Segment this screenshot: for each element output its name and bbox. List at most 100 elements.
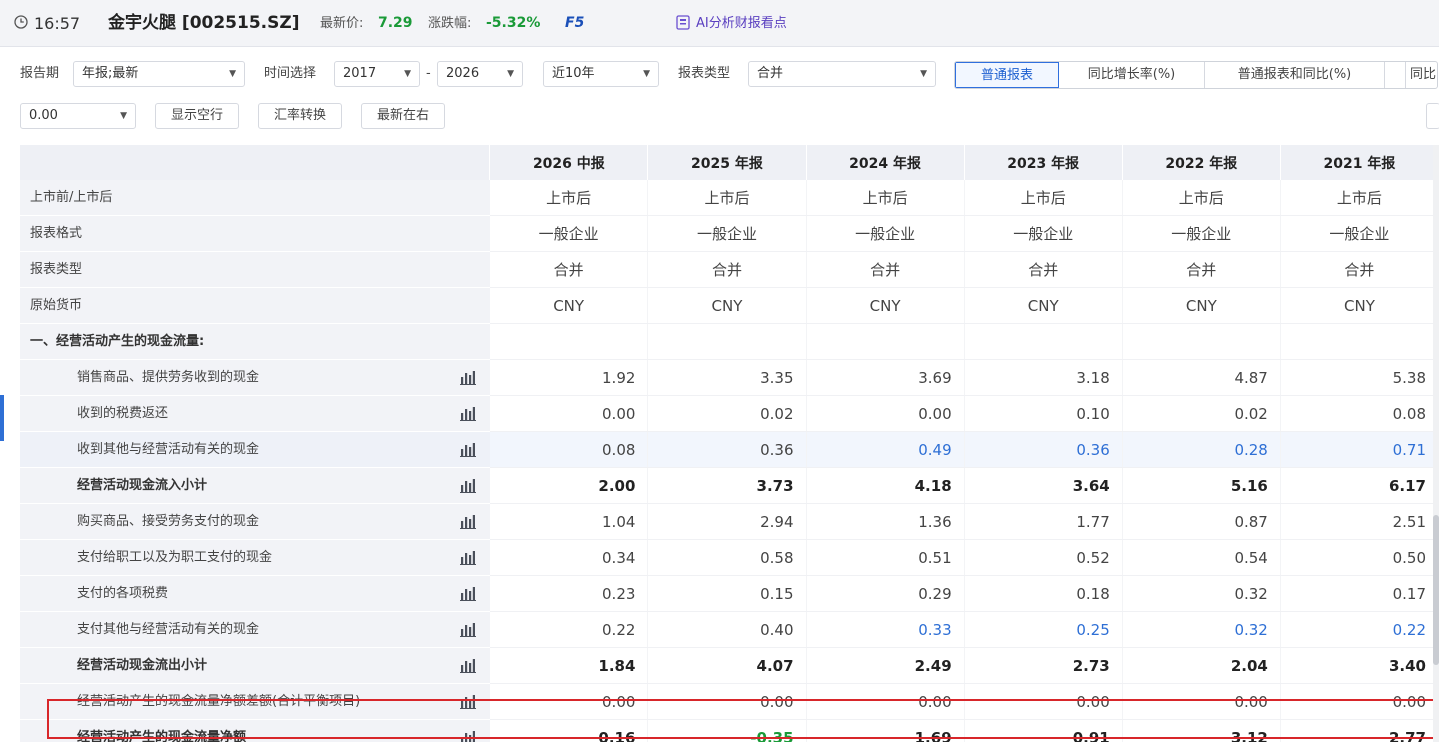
value-cell: 合并 [1122,251,1281,288]
tab-yoy-partial[interactable]: 同比 [1405,62,1437,88]
value-cell: 0.00 [489,395,649,432]
table-row[interactable]: 购买商品、接受劳务支付的现金 1.04 2.94 1.36 1.77 0.87 2.51 [20,503,1439,540]
row-label: 支付其他与经营活动有关的现金 [77,622,260,637]
tab-normal-and-yoy[interactable]: 普通报表和同比(%) [1205,62,1385,88]
value-cell: 4.18 [806,467,965,504]
time-label: 时间选择 [264,66,317,81]
value-cell: CNY [647,287,807,324]
latest-on-right-button[interactable]: 最新在右 [361,103,445,129]
row-label: 一、经营活动产生的现金流量: [30,334,205,349]
period-select[interactable]: 年报;最新 ▼ [73,61,245,87]
bar-chart-icon[interactable] [460,478,476,493]
table-row[interactable]: 收到其他与经营活动有关的现金 0.08 0.36 0.49 0.36 0.28 0.71 [20,431,1439,468]
table-row[interactable]: 原始货币 CNY CNY CNY CNY CNY CNY [20,287,1439,324]
price-value: 7.29 [378,15,413,31]
value-cell: 0.33 [806,611,965,648]
range-select-value: 近10年 [552,66,595,81]
value-cell: 0.32 [1122,575,1281,612]
row-label-cell: 收到其他与经营活动有关的现金 [20,431,490,468]
bar-chart-icon[interactable] [460,514,476,529]
value-cell: 5.38 [1280,359,1439,396]
row-label-cell: 经营活动现金流出小计 [20,647,490,684]
column-header[interactable]: 2025 年报 [647,145,807,180]
price-label: 最新价: [320,16,364,31]
bar-chart-icon[interactable] [460,442,476,457]
bar-chart-icon[interactable] [460,586,476,601]
table-row[interactable]: 支付的各项税费 0.23 0.15 0.29 0.18 0.32 0.17 [20,575,1439,612]
ai-analysis-link[interactable]: AI分析财报看点 [696,0,787,47]
value-cell: 3.18 [964,359,1123,396]
value-cell: 0.22 [489,611,649,648]
value-cell: 0.15 [647,575,807,612]
table-row[interactable]: 支付其他与经营活动有关的现金 0.22 0.40 0.33 0.25 0.32 0.22 [20,611,1439,648]
period-select-value: 年报;最新 [82,66,139,81]
table-row[interactable]: 销售商品、提供劳务收到的现金 1.92 3.35 3.69 3.18 4.87 5.38 [20,359,1439,396]
show-empty-rows-button[interactable]: 显示空行 [155,103,239,129]
value-cell: 一般企业 [806,215,965,252]
column-header[interactable]: 2026 中报 [489,145,649,180]
value-cell: 0.08 [489,431,649,468]
value-cell: 上市后 [647,180,807,216]
value-cell: 2.00 [489,467,649,504]
value-cell: 0.25 [964,611,1123,648]
table-row[interactable]: 报表类型 合并 合并 合并 合并 合并 合并 [20,251,1439,288]
value-cell: 上市后 [1122,180,1281,216]
value-cell: 3.64 [964,467,1123,504]
chevron-down-icon: ▼ [404,69,411,79]
table-row[interactable]: 上市前/上市后 上市后 上市后 上市后 上市后 上市后 上市后 [20,180,1439,216]
table-row[interactable]: 收到的税费返还 0.00 0.02 0.00 0.10 0.02 0.08 [20,395,1439,432]
year-dash: - [426,66,431,81]
value-cell: 一般企业 [964,215,1123,252]
row-label-cell: 原始货币 [20,287,490,324]
scrollbar-thumb[interactable] [1433,515,1439,665]
report-type-select[interactable]: 合并 ▼ [748,61,936,87]
range-select[interactable]: 近10年 ▼ [543,61,659,87]
bar-chart-icon[interactable] [460,406,476,421]
start-year-select[interactable]: 2017 ▼ [334,61,420,87]
bar-chart-icon[interactable] [460,370,476,385]
column-header[interactable]: 2024 年报 [806,145,965,180]
table-row[interactable]: 报表格式 一般企业 一般企业 一般企业 一般企业 一般企业 一般企业 [20,215,1439,252]
row-selection-marker [0,395,4,441]
row-label: 收到其他与经营活动有关的现金 [77,442,260,457]
table-row[interactable]: 一、经营活动产生的现金流量: [20,323,1439,360]
column-header[interactable]: 2022 年报 [1122,145,1281,180]
f5-link[interactable]: F5 [565,0,584,47]
row-label-cell: 报表类型 [20,251,490,288]
column-header[interactable]: 2023 年报 [964,145,1123,180]
column-header[interactable]: 2021 年报 [1280,145,1439,180]
value-cell: 合并 [806,251,965,288]
change-value: -5.32% [486,15,541,31]
value-cell: 3.69 [806,359,965,396]
bar-chart-icon[interactable] [460,550,476,565]
value-cell: 3.40 [1280,647,1439,684]
table-row[interactable]: 经营活动现金流入小计 2.00 3.73 4.18 3.64 5.16 6.17 [20,467,1439,504]
tab-yoy-growth[interactable]: 同比增长率(%) [1059,62,1205,88]
value-cell: 0.51 [806,539,965,576]
bar-chart-icon[interactable] [460,658,476,673]
report-type-value: 合并 [757,66,784,81]
value-cell: 0.17 [1280,575,1439,612]
end-year-select[interactable]: 2026 ▼ [437,61,523,87]
value-cell [1280,323,1439,360]
row-label: 收到的税费返还 [77,406,169,421]
value-cell: CNY [1122,287,1281,324]
overflow-button[interactable] [1426,103,1439,129]
current-time: 16:57 [34,14,81,33]
row-label: 购买商品、接受劳务支付的现金 [77,514,260,529]
value-cell: CNY [489,287,649,324]
currency-convert-button[interactable]: 汇率转换 [258,103,342,129]
table-row[interactable]: 支付给职工以及为职工支付的现金 0.34 0.58 0.51 0.52 0.54 0.50 [20,539,1439,576]
highlight-box [47,699,1435,739]
chevron-down-icon: ▼ [643,69,650,79]
value-cell: 3.73 [647,467,807,504]
value-cell: CNY [1280,287,1439,324]
row-label-cell: 支付的各项税费 [20,575,490,612]
vertical-scrollbar[interactable] [1433,145,1439,742]
unit-select[interactable]: 0.00 ▼ [20,103,136,129]
bar-chart-icon[interactable] [460,622,476,637]
value-cell: 0.49 [806,431,965,468]
tab-normal-report[interactable]: 普通报表 [955,62,1059,88]
table-row[interactable]: 经营活动现金流出小计 1.84 4.07 2.49 2.73 2.04 3.40 [20,647,1439,684]
row-label-cell: 销售商品、提供劳务收到的现金 [20,359,490,396]
